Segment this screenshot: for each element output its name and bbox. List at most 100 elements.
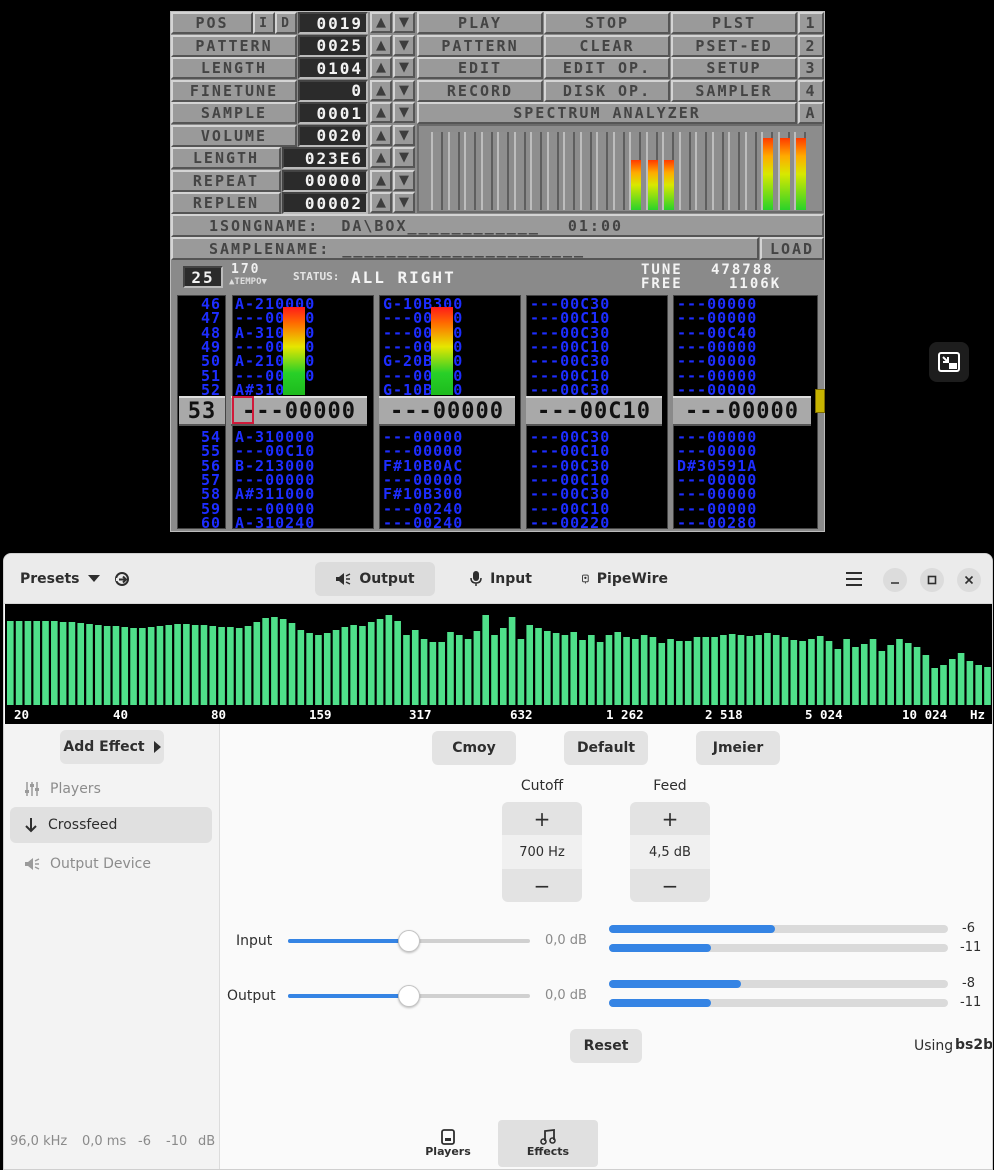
side-number[interactable]: 4 [798,79,824,102]
pattern-editor[interactable]: 46 47 48 49 50 51 52 54 55 56 57 58 59 60 A-210000 ---0… [171,293,825,531]
tracker-button[interactable]: SETUP [671,57,797,79]
decrease-arrow-button[interactable]: ▼ [393,169,415,191]
minimize-button[interactable] [883,568,907,592]
tracker-button[interactable]: EDIT [417,57,543,79]
current-row-cell[interactable]: ---00000 [673,396,811,426]
spectrum-bar [720,635,727,705]
increase-arrow-button[interactable]: ▲ [370,169,392,191]
songname-value[interactable]: DA\BOX____________ [341,217,540,235]
output-gain-slider[interactable] [288,985,530,1007]
tracker-button[interactable]: PATTERN [417,34,543,57]
samplename-value[interactable]: ______________________ [342,240,585,258]
increase-arrow-button[interactable]: ▲ [370,79,392,101]
param-value: 0025 [298,34,368,57]
side-number[interactable]: 3 [798,57,824,79]
decrease-arrow-button[interactable]: ▼ [393,147,415,168]
decrease-arrow-button[interactable]: ▼ [393,12,415,33]
maximize-button[interactable] [920,568,944,592]
pattern-cell[interactable]: ---00240 [383,515,463,530]
load-button[interactable]: LOAD [760,237,824,260]
view-effects-tab[interactable]: Effects [498,1120,598,1167]
preset-default-button[interactable]: Default [564,731,648,765]
pattern-cell[interactable]: ---00220 [530,515,610,530]
feed-spinbutton[interactable]: + 4,5 dB − [630,802,710,902]
increase-arrow-button[interactable]: ▲ [370,57,392,78]
preset-jmeier-button[interactable]: Jmeier [696,731,780,765]
microphone-icon [470,571,482,586]
preset-cmoy-button[interactable]: Cmoy [432,731,516,765]
tab-output[interactable]: Output [315,562,435,596]
sidebar-item-crossfeed[interactable]: Crossfeed [10,807,212,843]
sidebar-item-output-device[interactable]: Output Device [10,846,212,882]
view-players-tab[interactable]: Players [398,1120,498,1167]
decrease-arrow-button[interactable]: ▼ [393,57,415,78]
decrease-arrow-button[interactable]: ▼ [393,192,415,213]
slider-knob[interactable] [398,930,420,952]
edit-cursor[interactable] [232,396,254,424]
decrease-arrow-button[interactable]: ▼ [393,79,415,101]
reset-button[interactable]: Reset [570,1029,642,1063]
increase-arrow-button[interactable]: ▲ [370,12,392,33]
tab-pipewire[interactable]: PipeWire [570,562,680,596]
increase-arrow-button[interactable]: ▲ [370,124,392,146]
input-gain-slider[interactable] [288,930,530,952]
pattern-cell[interactable]: ---00280 [677,515,757,530]
samplename-bar[interactable]: SAMPLENAME: ______________________ [171,237,759,260]
frequency-label: Hz [970,707,986,722]
side-number-a[interactable]: A [798,102,824,124]
decrease-arrow-button[interactable]: ▼ [393,102,415,123]
tab-input[interactable]: Input [456,562,546,596]
increase-arrow-button[interactable]: ▲ [370,102,392,123]
decrease-arrow-button[interactable]: ▼ [393,124,415,146]
close-button[interactable] [957,568,981,592]
pattern-scroll-handle[interactable] [815,389,825,413]
feed-value[interactable]: 4,5 dB [630,835,710,869]
increase-arrow-button[interactable]: ▲ [370,192,392,213]
bypass-button[interactable] [108,562,136,596]
spectrum-analyzer-label: SPECTRUM ANALYZER [417,102,797,124]
pattern-cell[interactable]: ---00C30 [530,382,610,397]
tracker-button[interactable]: PLST [671,12,797,34]
increase-arrow-button[interactable]: ▲ [370,147,392,168]
analyzer-column [596,132,608,210]
current-row-cell[interactable]: ---00C10 [526,396,662,426]
tracker-button[interactable]: DISK OP. [544,79,670,102]
pattern-cell[interactable]: 52 [185,382,221,397]
decrease-arrow-button[interactable]: ▼ [393,34,415,56]
spectrum-bar [464,639,472,705]
delete-button[interactable]: D [275,12,297,34]
slider-knob[interactable] [398,985,420,1007]
pattern-cell[interactable]: A-310240 [235,515,315,530]
tracker-button[interactable]: PLAY [417,12,543,34]
cutoff-spinbutton[interactable]: + 700 Hz − [502,802,582,902]
analyzer-level-bar [796,138,806,210]
tracker-button[interactable]: STOP [544,12,670,34]
feed-increase-button[interactable]: + [630,802,710,835]
cutoff-value[interactable]: 700 Hz [502,835,582,869]
increase-arrow-button[interactable]: ▲ [370,34,392,56]
add-effect-button[interactable]: Add Effect [60,730,164,764]
tracker-button[interactable]: CLEAR [544,34,670,57]
tab-input-label: Input [490,571,532,587]
pattern-cell[interactable]: ---00000 [677,382,757,397]
tempo-label[interactable]: ▲TEMPO▼ [229,277,267,287]
presets-button[interactable]: Presets [8,562,112,596]
cutoff-decrease-button[interactable]: − [502,869,582,902]
songname-bar[interactable]: 1SONGNAME: DA\BOX____________ 01:00 [171,214,824,237]
tracker-button[interactable]: RECORD [417,79,543,102]
side-number[interactable]: 2 [798,34,824,57]
tracker-button[interactable]: PSET-ED [671,34,797,57]
side-number[interactable]: 1 [798,12,824,34]
current-row-cell[interactable]: ---00000 [379,396,515,426]
tracker-button[interactable]: EDIT OP. [544,57,670,79]
feed-decrease-button[interactable]: − [630,869,710,902]
menu-button[interactable] [840,562,868,596]
pattern-cell[interactable]: 60 [185,515,221,530]
cutoff-increase-button[interactable]: + [502,802,582,835]
sidebar-item-players[interactable]: Players [10,771,212,807]
tracker-button[interactable]: SAMPLER [671,79,797,102]
spectrum-bar [772,635,780,705]
exit-fullscreen-button[interactable] [929,342,969,382]
analyzer-column [497,132,509,210]
insert-button[interactable]: I [253,12,275,34]
